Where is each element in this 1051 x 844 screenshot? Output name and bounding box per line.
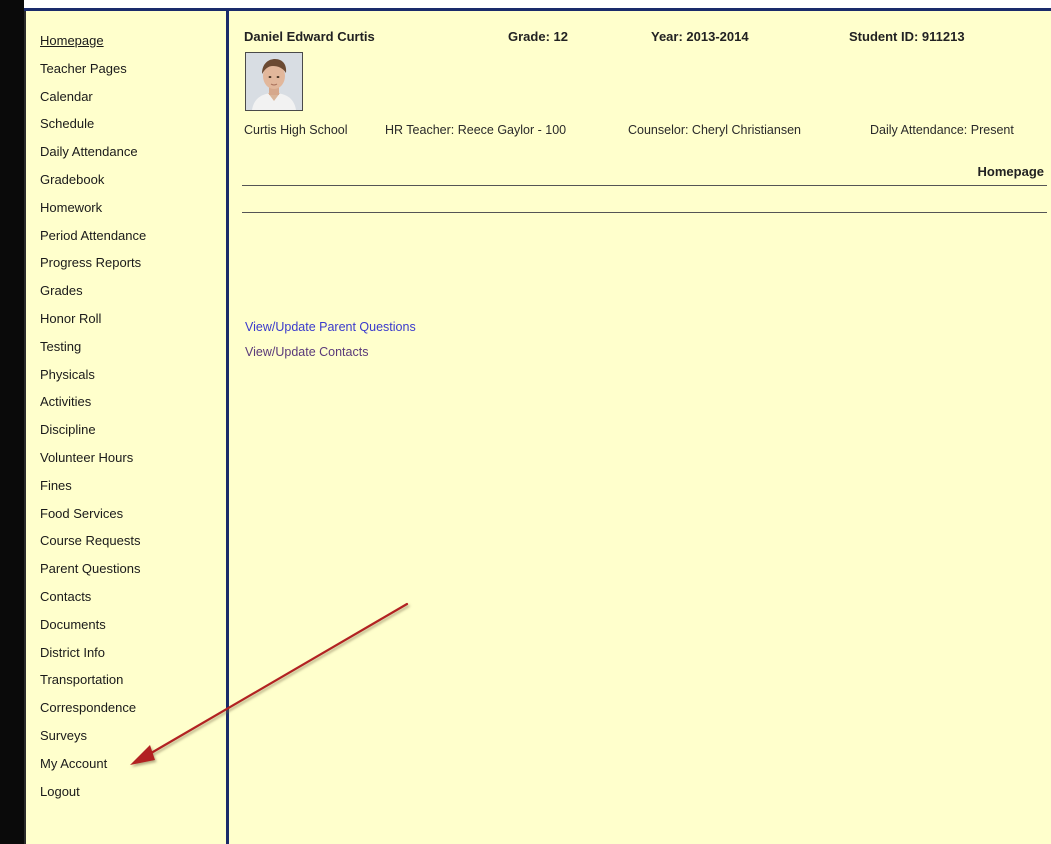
sidebar-item-label: Food Services bbox=[40, 505, 124, 521]
sidebar-item-contacts[interactable]: Contacts bbox=[40, 586, 220, 614]
sidebar-item-teacher-pages[interactable]: Teacher Pages bbox=[40, 58, 220, 86]
view-update-parent-questions-link[interactable]: View/Update Parent Questions bbox=[245, 320, 416, 334]
sidebar-item-physicals[interactable]: Physicals bbox=[40, 364, 220, 392]
left-edge-bar bbox=[0, 0, 24, 844]
sidebar-item-label: Correspondence bbox=[40, 700, 137, 716]
avatar bbox=[245, 52, 303, 111]
school-year: Year: 2013-2014 bbox=[651, 29, 749, 44]
sidebar-item-surveys[interactable]: Surveys bbox=[40, 725, 220, 753]
sidebar-item-schedule[interactable]: Schedule bbox=[40, 113, 220, 141]
divider-bottom bbox=[242, 212, 1047, 213]
sidebar-item-label: Parent Questions bbox=[40, 561, 141, 577]
sidebar-item-label: Fines bbox=[40, 477, 72, 493]
sidebar-nav: Homepage Teacher Pages Calendar Schedule… bbox=[40, 30, 220, 808]
sidebar-item-label: Contacts bbox=[40, 588, 92, 604]
sidebar-item-fines[interactable]: Fines bbox=[40, 475, 220, 503]
sidebar-item-label: Activities bbox=[40, 394, 92, 410]
sidebar-item-discipline[interactable]: Discipline bbox=[40, 419, 220, 447]
sidebar-item-label: My Account bbox=[40, 755, 108, 771]
sidebar-item-logout[interactable]: Logout bbox=[40, 781, 220, 809]
sidebar-item-label: Logout bbox=[40, 783, 80, 799]
sidebar-item-label: Calendar bbox=[40, 88, 93, 104]
sidebar-item-label: Surveys bbox=[40, 727, 87, 743]
top-rule bbox=[24, 8, 1051, 11]
sidebar-item-my-account[interactable]: My Account bbox=[40, 753, 220, 781]
sidebar-item-grades[interactable]: Grades bbox=[40, 280, 220, 308]
sidebar-item-label: Progress Reports bbox=[40, 255, 142, 271]
sidebar-item-testing[interactable]: Testing bbox=[40, 336, 220, 364]
sidebar-item-calendar[interactable]: Calendar bbox=[40, 86, 220, 114]
sidebar-item-correspondence[interactable]: Correspondence bbox=[40, 697, 220, 725]
sidebar-item-label: District Info bbox=[40, 644, 106, 660]
school-name: Curtis High School bbox=[244, 123, 348, 137]
sidebar-item-label: Course Requests bbox=[40, 533, 141, 549]
page-title: Homepage bbox=[977, 164, 1044, 179]
sidebar-item-documents[interactable]: Documents bbox=[40, 614, 220, 642]
sidebar-item-label: Transportation bbox=[40, 672, 124, 688]
page: Homepage Teacher Pages Calendar Schedule… bbox=[0, 0, 1051, 844]
sidebar-divider bbox=[226, 11, 229, 844]
sidebar-item-honor-roll[interactable]: Honor Roll bbox=[40, 308, 220, 336]
sidebar-item-label: Testing bbox=[40, 338, 82, 354]
sidebar-item-course-requests[interactable]: Course Requests bbox=[40, 530, 220, 558]
sidebar-item-parent-questions[interactable]: Parent Questions bbox=[40, 558, 220, 586]
sidebar-item-homework[interactable]: Homework bbox=[40, 197, 220, 225]
sidebar-item-label: Homework bbox=[40, 199, 103, 215]
sidebar-item-label: Documents bbox=[40, 616, 106, 632]
sidebar-item-label: Grades bbox=[40, 283, 83, 299]
sidebar-item-volunteer-hours[interactable]: Volunteer Hours bbox=[40, 447, 220, 475]
sidebar-item-period-attendance[interactable]: Period Attendance bbox=[40, 225, 220, 253]
sidebar-item-label: Discipline bbox=[40, 422, 96, 438]
student-photo-icon bbox=[246, 53, 302, 110]
counselor: Counselor: Cheryl Christiansen bbox=[628, 123, 801, 137]
sidebar-item-label: Physicals bbox=[40, 366, 95, 382]
sidebar-item-label: Honor Roll bbox=[40, 310, 102, 326]
sidebar-item-transportation[interactable]: Transportation bbox=[40, 669, 220, 697]
sidebar-item-label: Homepage bbox=[40, 33, 104, 48]
sidebar-item-daily-attendance[interactable]: Daily Attendance bbox=[40, 141, 220, 169]
divider-top bbox=[242, 185, 1047, 186]
sidebar-item-label: Schedule bbox=[40, 116, 95, 132]
top-strip bbox=[0, 0, 1051, 8]
left-edge-shadow bbox=[24, 8, 26, 844]
sidebar-item-homepage[interactable]: Homepage bbox=[40, 30, 220, 58]
sidebar-item-food-services[interactable]: Food Services bbox=[40, 503, 220, 531]
student-id: Student ID: 911213 bbox=[849, 29, 965, 44]
student-name: Daniel Edward Curtis bbox=[244, 29, 375, 44]
sidebar-item-gradebook[interactable]: Gradebook bbox=[40, 169, 220, 197]
daily-attendance-status: Daily Attendance: Present bbox=[870, 123, 1014, 137]
sidebar-item-label: Teacher Pages bbox=[40, 60, 127, 76]
sidebar-item-label: Period Attendance bbox=[40, 227, 147, 243]
sidebar-item-activities[interactable]: Activities bbox=[40, 391, 220, 419]
view-update-contacts-link[interactable]: View/Update Contacts bbox=[245, 345, 368, 359]
hr-teacher: HR Teacher: Reece Gaylor - 100 bbox=[385, 123, 567, 137]
sidebar-item-label: Daily Attendance bbox=[40, 144, 138, 160]
sidebar-item-label: Volunteer Hours bbox=[40, 449, 134, 465]
sidebar-item-label: Gradebook bbox=[40, 171, 105, 187]
sidebar-item-district-info[interactable]: District Info bbox=[40, 642, 220, 670]
student-grade: Grade: 12 bbox=[508, 29, 568, 44]
sidebar-item-progress-reports[interactable]: Progress Reports bbox=[40, 252, 220, 280]
